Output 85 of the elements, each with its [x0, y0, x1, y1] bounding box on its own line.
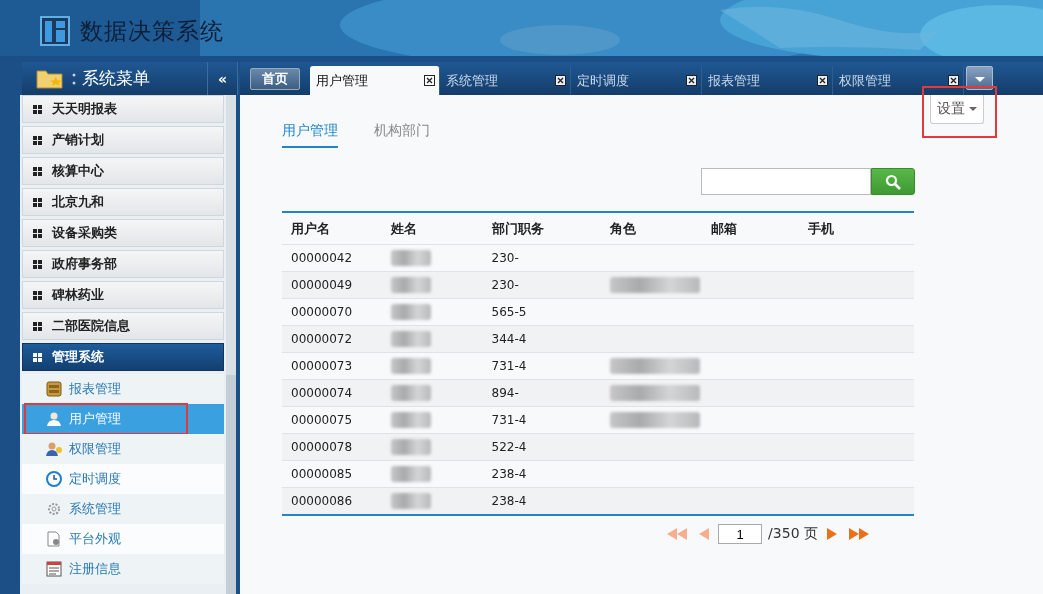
search-icon: [885, 173, 901, 190]
menu-item[interactable]: 平台外观: [22, 524, 224, 554]
column-header: 邮箱: [702, 212, 799, 245]
home-button[interactable]: 首页: [250, 68, 300, 90]
user-icon: [46, 411, 62, 427]
redaction-blur: [391, 466, 432, 482]
close-icon[interactable]: [686, 75, 697, 86]
settings-icon: [46, 501, 62, 517]
menu-group[interactable]: 天天明报表: [22, 95, 224, 123]
logo-icon: [40, 16, 70, 46]
close-icon[interactable]: [817, 75, 828, 86]
next-page-icon: [827, 528, 837, 540]
page-field[interactable]: 1: [718, 524, 763, 544]
column-header: 姓名: [382, 212, 483, 245]
redaction-blur: [391, 358, 432, 374]
caret-icon: [969, 107, 977, 111]
menu-group[interactable]: 产销计划: [22, 126, 224, 154]
menu-group[interactable]: 政府事务部: [22, 250, 224, 278]
table-cell: 238-4: [482, 487, 602, 515]
cabinet-icon: [46, 381, 62, 397]
search-field[interactable]: [701, 168, 871, 195]
grid-icon: [33, 321, 42, 331]
app-title: 数据决策系统: [80, 16, 224, 46]
separator-icon: [72, 71, 76, 86]
last-page-icon: [849, 528, 869, 540]
grid-icon: [33, 197, 42, 207]
menu-group[interactable]: 二部医院信息: [22, 312, 224, 340]
caret-icon: [973, 75, 986, 83]
table-cell: 00000049: [282, 271, 383, 299]
grid-icon: [33, 228, 42, 238]
close-icon[interactable]: [555, 75, 566, 86]
grid-icon: [33, 259, 42, 269]
folder-icon: [36, 67, 66, 90]
redaction-blur: [391, 493, 432, 509]
redaction-blur: [391, 385, 432, 401]
table-cell: 00000074: [282, 379, 383, 407]
grid-icon: [33, 290, 42, 300]
previous-page-icon: [699, 528, 710, 540]
redaction-blur: [391, 304, 432, 320]
sub-tab[interactable]: 用户管理: [282, 122, 338, 148]
first-page-icon: [667, 528, 688, 540]
table-cell: 344-4: [482, 325, 602, 353]
table-cell: 894-: [482, 379, 602, 407]
menu-group[interactable]: 碑林药业: [22, 281, 224, 309]
grid-icon: [33, 104, 42, 114]
menu-group[interactable]: 设备采购类: [22, 219, 224, 247]
menu-title: 系统菜单: [82, 67, 150, 90]
settings-button[interactable]: 设置: [930, 95, 984, 124]
menu-item[interactable]: 定时调度: [22, 464, 224, 494]
table-cell: 522-4: [482, 433, 602, 461]
table-cell: 00000086: [282, 487, 383, 515]
dropdown-button[interactable]: [966, 66, 993, 90]
users-icon: [46, 441, 62, 457]
redaction-blur: [391, 277, 432, 293]
redaction-blur: [391, 331, 432, 347]
menu-item[interactable]: 注册信息: [22, 554, 224, 584]
table-cell: 00000072: [282, 325, 383, 353]
grid-icon: [33, 166, 42, 176]
redaction-blur: [391, 439, 432, 455]
sub-tab[interactable]: 机构部门: [374, 122, 430, 148]
search-button[interactable]: [871, 168, 915, 195]
column-header: 手机: [798, 212, 914, 245]
clock-icon: [46, 471, 62, 487]
form-icon: [46, 561, 62, 577]
grid-icon: [33, 352, 42, 362]
column-header: 角色: [601, 212, 702, 245]
scrollbar[interactable]: [226, 95, 236, 594]
page-total: /350 页: [768, 525, 818, 543]
menu-group[interactable]: 北京九和: [22, 188, 224, 216]
table-cell: 00000078: [282, 433, 383, 461]
close-icon[interactable]: [424, 75, 435, 86]
document-icon: [46, 531, 62, 547]
column-header: 用户名: [282, 212, 383, 245]
menu-item[interactable]: 报表管理: [22, 374, 224, 404]
close-icon[interactable]: [948, 75, 959, 86]
menu-item[interactable]: 权限管理: [22, 434, 224, 464]
grid-icon: [33, 135, 42, 145]
table-cell: 230-: [482, 271, 602, 299]
redaction-blur: [391, 250, 432, 266]
menu-group[interactable]: 核算中心: [22, 157, 224, 185]
redaction-blur: [391, 412, 432, 428]
menu-group[interactable]: 管理系统: [22, 343, 224, 371]
tab[interactable]: 用户管理: [310, 66, 440, 95]
menu-item[interactable]: 系统管理: [22, 494, 224, 524]
column-header: 部门职务: [482, 212, 602, 245]
